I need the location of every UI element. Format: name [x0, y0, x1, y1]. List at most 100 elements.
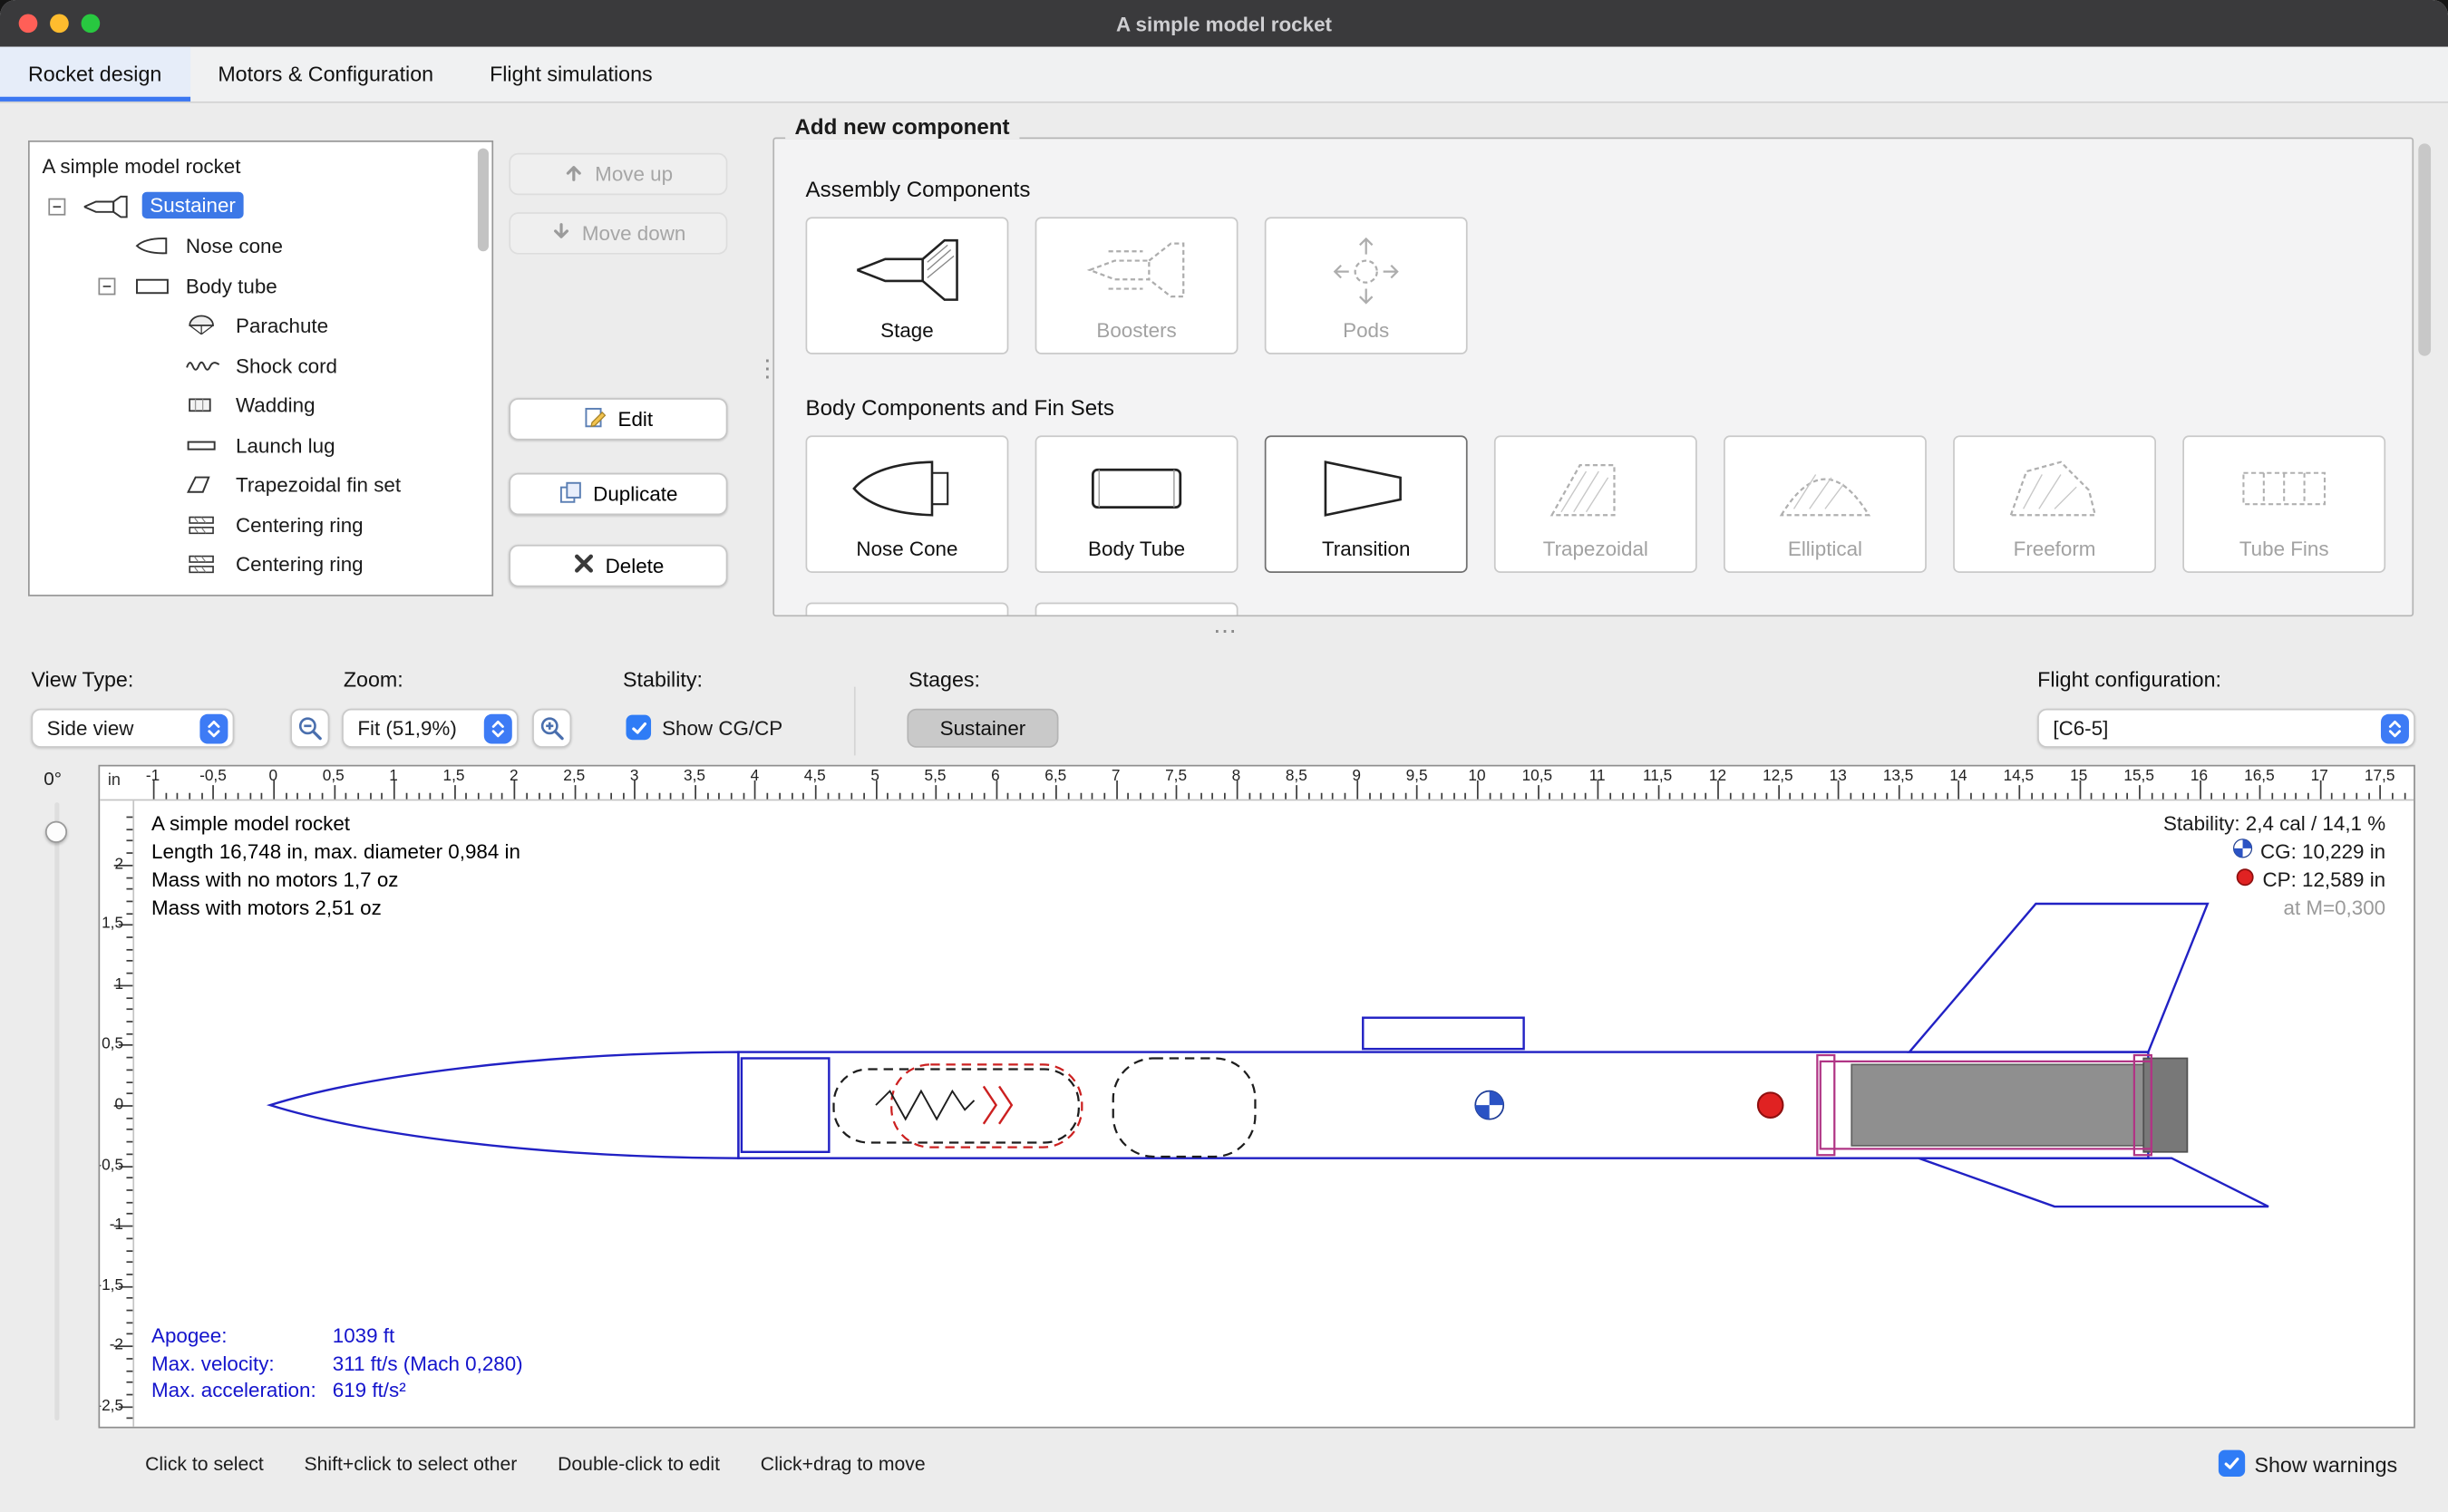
tree-item-body-tube[interactable]: Body tube — [30, 267, 492, 306]
view-type-value: Side view — [47, 716, 134, 740]
tree-item-label: Trapezoidal fin set — [236, 473, 401, 497]
nose-cone-shape[interactable] — [270, 1052, 739, 1158]
rocket-dimensions: Length 16,748 in, max. diameter 0,984 in — [151, 838, 520, 867]
titlebar: A simple model rocket — [0, 0, 2448, 47]
component-card-stage[interactable]: Stage — [806, 217, 1009, 354]
stability-value: Stability: 2,4 cal / 14,1 % — [2163, 810, 2385, 838]
component-card-body-tube[interactable]: Body Tube — [1035, 435, 1239, 573]
flight-stat-row: Max. velocity:311 ft/s (Mach 0,280) — [151, 1350, 523, 1377]
fin-bottom-shape[interactable] — [1919, 1158, 2268, 1207]
wadding-icon — [182, 393, 217, 422]
card-label: Stage — [807, 318, 1006, 342]
flight-stat-value: 311 ft/s (Mach 0,280) — [333, 1352, 523, 1375]
show-warnings-checkbox[interactable] — [2219, 1450, 2245, 1477]
tree-item-label: Launch lug — [236, 433, 335, 457]
flight-stats: Apogee:1039 ftMax. velocity:311 ft/s (Ma… — [151, 1322, 523, 1404]
launch-lug-shape[interactable] — [1363, 1018, 1523, 1049]
component-card-transition[interactable]: Transition — [1265, 435, 1468, 573]
tree-item-sustainer[interactable]: Sustainer — [30, 187, 492, 227]
tab-motors-configuration[interactable]: Motors & Configuration — [189, 47, 461, 102]
tree-item-centering-ring[interactable]: Centering ring — [30, 545, 492, 585]
rocket-view-canvas[interactable]: in -1-0,500,511,522,533,544,555,566,577,… — [98, 765, 2414, 1429]
view-type-select[interactable]: Side view — [31, 709, 234, 748]
tree-item-label: Sustainer — [142, 191, 244, 218]
rotation-value: 0° — [44, 768, 62, 790]
tab-flight-simulations[interactable]: Flight simulations — [461, 47, 681, 102]
centering-ring-icon — [182, 513, 219, 541]
collapse-icon[interactable] — [48, 198, 65, 215]
fin-top-shape[interactable] — [1909, 904, 2208, 1052]
button-label: Delete — [606, 554, 665, 577]
tree-item-launch-lug[interactable]: Launch lug — [30, 425, 492, 465]
rocket-name: A simple model rocket — [151, 810, 520, 838]
hint-text: Click to select — [145, 1453, 264, 1475]
component-tree: A simple model rocket Sustainer Nose coneB… — [30, 147, 492, 585]
motor-shape[interactable] — [1851, 1064, 2182, 1146]
tree-item-label: Wadding — [236, 393, 316, 417]
centering-ring-icon — [182, 553, 219, 581]
minimize-button[interactable] — [50, 14, 69, 33]
section-title: Body Components and Fin Sets — [806, 395, 1114, 421]
stage-toggle-sustainer[interactable]: Sustainer — [907, 709, 1058, 748]
component-card-nose-cone[interactable]: Nose Cone — [806, 435, 1009, 573]
card-label: Transition — [1266, 537, 1465, 560]
shock-cord-icon — [182, 354, 223, 382]
tab-rocket-design[interactable]: Rocket design — [0, 47, 189, 102]
body-tube-icon — [132, 274, 173, 302]
chevron-updown-icon — [199, 713, 228, 743]
cp-legend-icon — [2236, 867, 2255, 895]
zoom-window-button[interactable] — [82, 14, 101, 33]
view-type-label: View Type: — [31, 668, 133, 692]
edit-button[interactable]: Edit — [509, 398, 727, 440]
rocket-info: A simple model rocket Length 16,748 in, … — [151, 810, 520, 923]
duplicate-button[interactable]: Duplicate — [509, 473, 727, 515]
window-title: A simple model rocket — [1116, 12, 1332, 35]
body-tube-icon — [1036, 450, 1236, 528]
component-card-trapezoidal: Trapezoidal — [1494, 435, 1697, 573]
card-label: Tube Fins — [2184, 537, 2384, 560]
tree-item-wadding[interactable]: Wadding — [30, 385, 492, 425]
tree-scrollbar-thumb[interactable] — [478, 149, 489, 252]
tree-item-centering-ring[interactable]: Centering ring — [30, 505, 492, 545]
show-cgcp-checkbox[interactable] — [626, 715, 651, 741]
hint-text: Click+drag to move — [761, 1453, 926, 1475]
close-button[interactable] — [19, 14, 38, 33]
tree-item-parachute[interactable]: Parachute — [30, 306, 492, 346]
traffic-lights — [19, 14, 101, 33]
move-down-button[interactable]: Move down — [509, 212, 727, 254]
cg-legend-icon — [2232, 838, 2252, 867]
move-up-button[interactable]: Move up — [509, 153, 727, 195]
flight-stat-row: Max. acceleration:619 ft/s² — [151, 1377, 523, 1404]
add-component-panel: Assembly ComponentsStageBoostersPodsBody… — [772, 138, 2414, 617]
rotation-slider-handle[interactable] — [45, 821, 67, 843]
zoom-select[interactable]: Fit (51,9%) — [342, 709, 519, 748]
delete-button[interactable]: Delete — [509, 545, 727, 586]
collapse-icon[interactable] — [98, 277, 115, 295]
chevron-updown-icon — [2381, 713, 2409, 743]
zoom-value: Fit (51,9%) — [357, 716, 456, 740]
tree-item-trapezoidal-fin-set[interactable]: Trapezoidal fin set — [30, 465, 492, 505]
statusbar-hints: Click to selectShift+click to select oth… — [145, 1453, 966, 1475]
panel-scrollbar-thumb[interactable] — [2418, 143, 2431, 355]
component-card-tube-fins: Tube Fins — [2182, 435, 2385, 573]
component-card-elliptical: Elliptical — [1724, 435, 1927, 573]
add-component-title: Add new component — [785, 114, 1019, 140]
button-label: Move up — [595, 162, 673, 186]
trapezoidal-fin-icon — [1496, 450, 1695, 528]
cg-value: CG: 10,229 in — [2260, 838, 2385, 867]
delete-icon — [572, 553, 594, 579]
tree-item-a-simple-model-rocket[interactable]: A simple model rocket — [30, 147, 492, 187]
edit-icon — [584, 405, 607, 433]
zoom-in-button[interactable] — [532, 709, 571, 748]
launch-lug-icon — [182, 433, 219, 461]
tree-item-shock-cord[interactable]: Shock cord — [30, 345, 492, 385]
flight-config-select[interactable]: [C6-5] — [2037, 709, 2415, 748]
tree-item-nose-cone[interactable]: Nose cone — [30, 227, 492, 267]
zoom-out-button[interactable] — [290, 709, 329, 748]
stage-icon — [807, 231, 1006, 309]
horizontal-splitter-handle[interactable]: ⋯ — [1213, 616, 1237, 645]
openrocket-window: A simple model rocket Rocket designMotor… — [0, 0, 2448, 1512]
card-label: Boosters — [1036, 318, 1236, 342]
component-card-freeform: Freeform — [1953, 435, 2156, 573]
engine-block-shape[interactable] — [2143, 1058, 2187, 1151]
